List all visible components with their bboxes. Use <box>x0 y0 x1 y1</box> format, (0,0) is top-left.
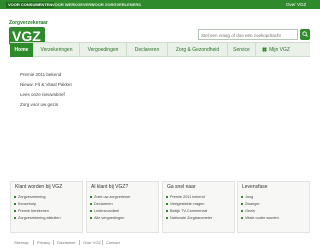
bottom-link-disclaimer[interactable]: Disclaimer <box>57 240 76 245</box>
nav-declareren[interactable]: Declareren <box>127 43 168 57</box>
block-klant-worden: Klant worden bij VGZ Zorgverzekering Keu… <box>10 181 83 233</box>
block-title: Levensfase <box>242 184 268 190</box>
top-link-zorgverleners[interactable]: Voor zorgverleners <box>90 2 143 8</box>
divider <box>79 240 80 245</box>
top-link-consumenten[interactable]: Voor consumenten <box>6 2 55 8</box>
block-link[interactable]: Zorgverzekering <box>13 195 45 199</box>
block-link[interactable]: Veelgestelde vragen <box>165 202 204 206</box>
block-title: Ga snel naar <box>167 184 196 190</box>
divider <box>102 240 103 245</box>
block-link[interactable]: Gezin <box>241 209 255 213</box>
top-bar: Voor consumenten Voor werkgevers Voor zo… <box>0 0 320 9</box>
block-title: Al klant bij VGZ? <box>91 184 129 190</box>
divider <box>33 240 34 245</box>
content-link-fit-vitaal[interactable]: Nieuw: Fit & Vitaal Pakket <box>20 82 72 87</box>
nav-verzekeringen[interactable]: Verzekeringen <box>34 43 80 57</box>
block-link[interactable]: Nationale Zorgbarometer <box>165 216 212 220</box>
nav-mijn-vgz[interactable]: Mijn VGZ <box>256 43 296 57</box>
block-link[interactable]: Zorgverzekering afsluiten <box>14 216 61 220</box>
bottom-link-over-vgz[interactable]: Over VGZ <box>83 240 101 245</box>
main-nav: Home Verzekeringen Vergoedingen Declarer… <box>10 42 310 57</box>
search-icon <box>302 31 308 37</box>
block-link[interactable]: Premie 2011 bekend <box>166 195 205 199</box>
search-button[interactable] <box>300 29 310 40</box>
bottom-link-sitemap[interactable]: Sitemap <box>14 240 29 245</box>
search-box <box>198 29 298 40</box>
block-link[interactable]: Declareren <box>90 202 113 206</box>
top-link-werkgevers[interactable]: Voor werkgevers <box>50 2 96 8</box>
block-link[interactable]: Ledenvoordeel <box>89 209 119 213</box>
block-link[interactable]: Alle vergoedingen <box>89 216 124 220</box>
block-levensfase: Levensfase Jong Zwanger Gezin Vitale oud… <box>237 181 310 233</box>
nav-mijn-vgz-label: Mijn VGZ <box>269 47 290 53</box>
brand-label: Zorgverzekeraar <box>9 20 48 26</box>
footer-blocks: Klant worden bij VGZ Zorgverzekering Keu… <box>10 181 310 233</box>
nav-vergoedingen[interactable]: Vergoedingen <box>80 43 127 57</box>
content-link-premie[interactable]: Premie 2011 bekend <box>20 72 61 77</box>
block-link[interactable]: Bekijk TV-Commercial <box>165 209 207 213</box>
block-link[interactable]: Keuzehulp <box>14 202 36 206</box>
block-link[interactable]: Zoek uw zorgverlener <box>90 195 131 199</box>
nav-service[interactable]: Service <box>228 43 256 57</box>
block-link[interactable]: Jong <box>240 195 253 199</box>
content-link-zorg-gezin[interactable]: Zorg voor uw gezin <box>20 102 58 107</box>
block-title: Klant worden bij VGZ <box>15 184 63 190</box>
top-link-over-vgz[interactable]: Over VGZ <box>286 2 306 7</box>
bottom-link-privacy[interactable]: Privacy <box>37 240 50 245</box>
block-al-klant: Al klant bij VGZ? Zoek uw zorgverlener D… <box>86 181 159 233</box>
block-link[interactable]: Vitale ouder worden <box>241 216 279 220</box>
bottom-link-contact[interactable]: Contact <box>106 240 120 245</box>
nav-home[interactable]: Home <box>10 43 34 57</box>
content-link-nieuwsbrief[interactable]: Lees onze nieuwsbrief <box>20 92 65 97</box>
nav-zorg-gezondheid[interactable]: Zorg & Gezondheid <box>168 43 228 57</box>
block-link[interactable]: Zwanger <box>241 202 260 206</box>
divider <box>53 240 54 245</box>
search-input[interactable] <box>201 31 289 39</box>
block-ga-snel-naar: Ga snel naar Premie 2011 bekend Veelgest… <box>162 181 235 233</box>
block-link[interactable]: Premie berekenen <box>13 209 49 213</box>
header: Zorgverzekeraar VGZ <box>0 9 320 45</box>
clover-icon <box>262 47 267 52</box>
